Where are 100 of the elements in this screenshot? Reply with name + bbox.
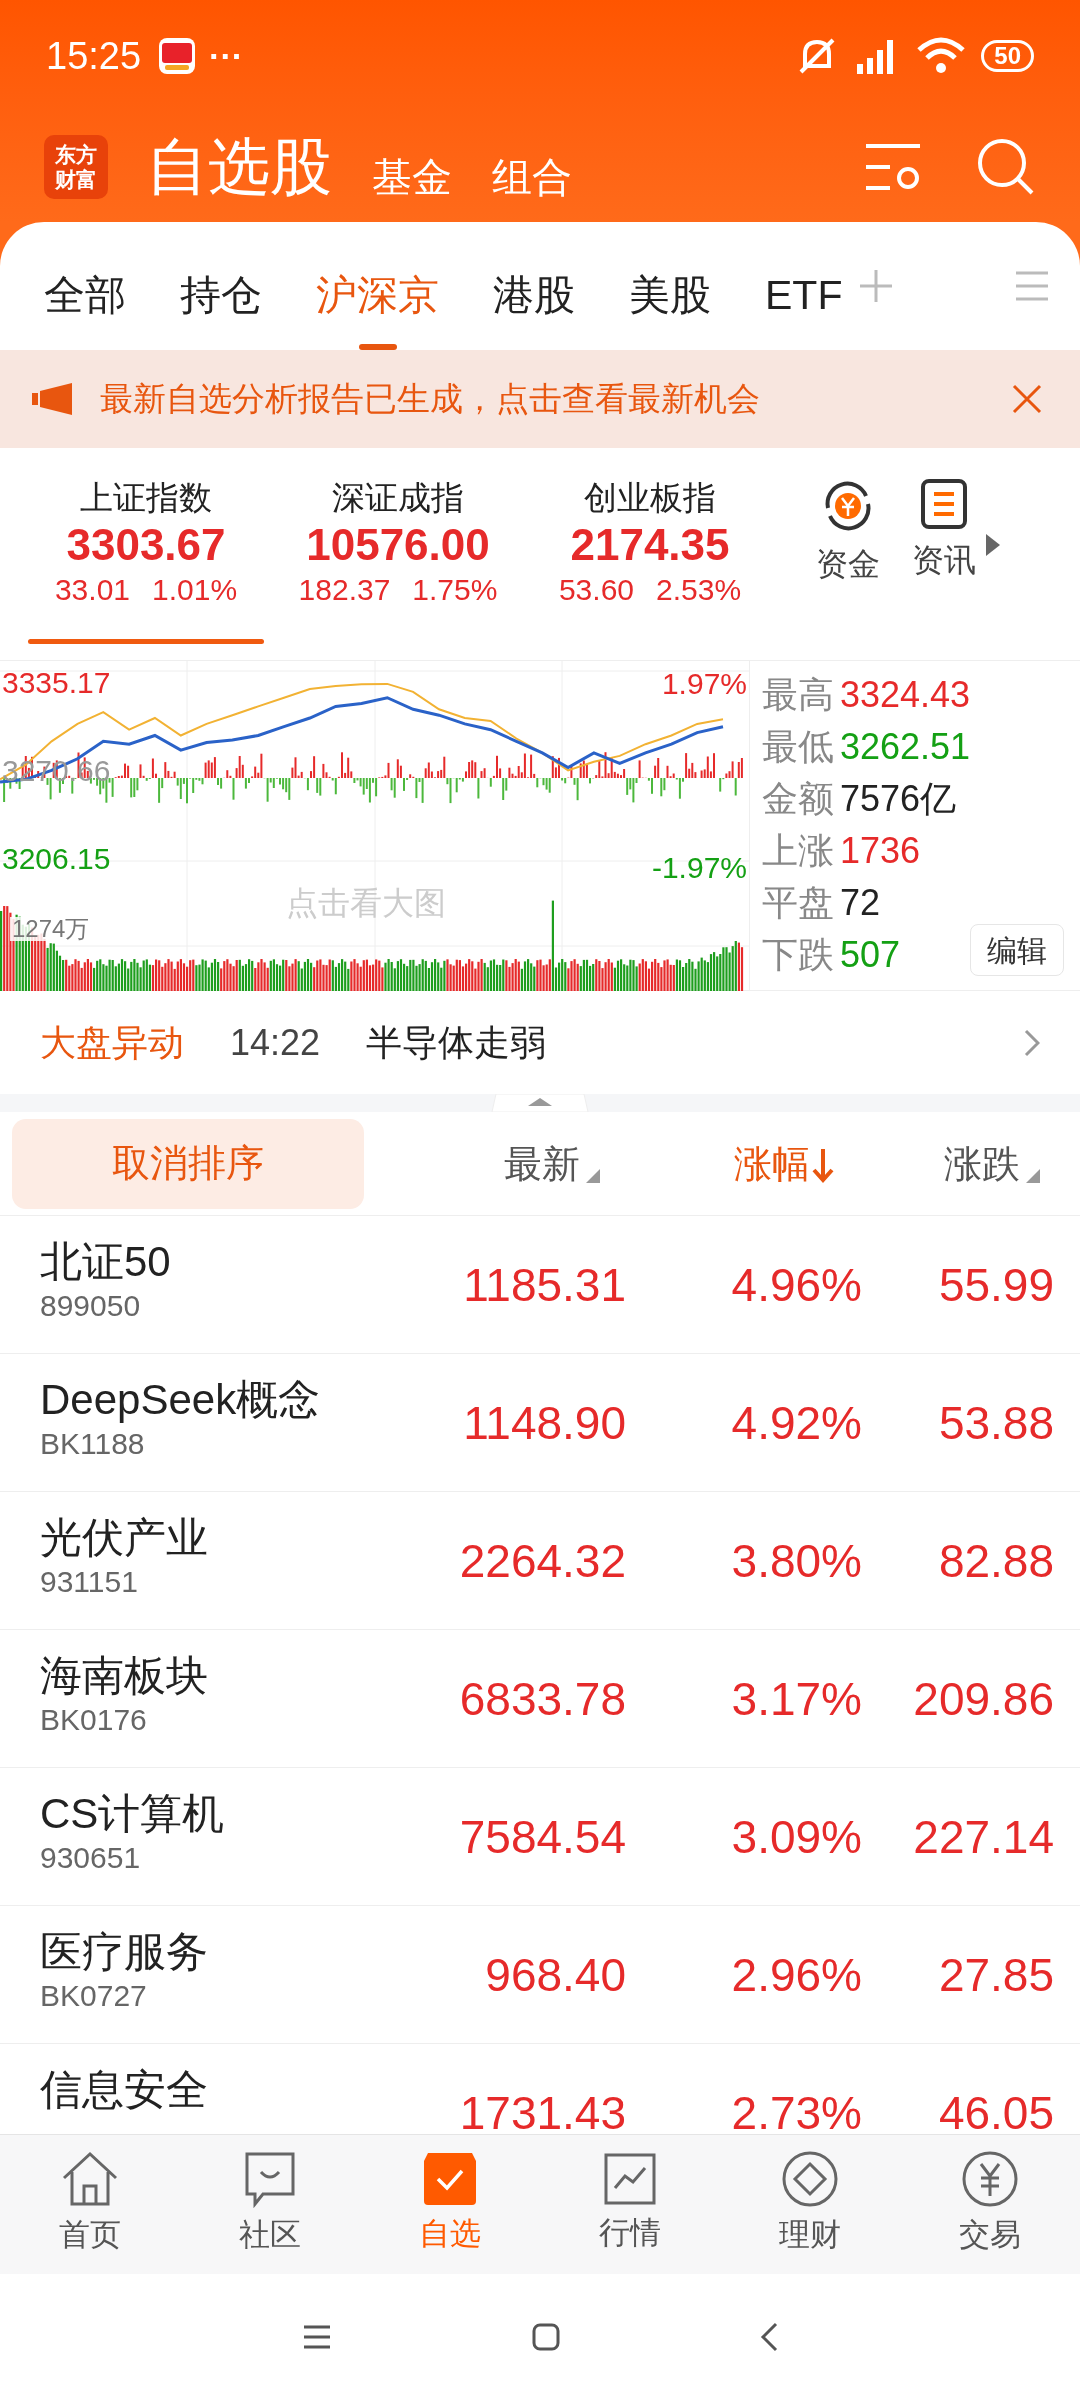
market-tab[interactable]: 美股 (629, 222, 711, 350)
chevron-right-icon (1024, 1028, 1040, 1057)
market-tab[interactable]: 全部 (44, 222, 126, 350)
shortcut-label: 资金 (816, 545, 880, 584)
market-tab[interactable]: 港股 (493, 222, 575, 350)
index-name: 创业板指 (584, 478, 716, 518)
percent-change: 2.96% (730, 1951, 862, 1998)
settings-icon[interactable] (864, 142, 922, 192)
status-time: 15:25 (46, 33, 142, 79)
price-value: 7584.54 (458, 1813, 626, 1860)
price-change: 55.99 (937, 1261, 1054, 1308)
index-card[interactable]: 创业板指 2174.35 53.60 2.53% (532, 478, 768, 644)
collapse-handle[interactable] (490, 1094, 590, 1112)
market-tab[interactable]: 沪深京 (316, 222, 439, 350)
stock-row[interactable]: CS计算机 930651 7584.54 3.09% 227.14 (0, 1768, 1080, 1906)
nav-tab[interactable]: 理财 (720, 2135, 900, 2274)
index-name: 深证成指 (332, 478, 464, 518)
home-button[interactable] (532, 2323, 560, 2351)
nav-tab[interactable]: 首页 (0, 2135, 180, 2274)
index-value: 10576.00 (306, 519, 490, 571)
app-notification-icon (159, 38, 196, 74)
stock-name: 信息安全 (40, 2065, 209, 2115)
price-change: 53.88 (937, 1399, 1054, 1446)
percent-change: 3.17% (730, 1675, 862, 1722)
index-value: 2174.35 (570, 519, 730, 571)
stat-label: 金额 (762, 781, 834, 817)
document-icon (920, 478, 968, 530)
line-chart-icon (603, 2152, 657, 2207)
index-change: 182.37 (298, 572, 391, 608)
more-notifications-icon: ··· (209, 30, 244, 82)
price-value: 1731.43 (458, 2089, 626, 2134)
index-percent: 1.75% (412, 572, 498, 608)
nav-tab[interactable]: 社区 (180, 2135, 360, 2274)
stock-name: 北证50 (40, 1237, 172, 1287)
axis-label: -1.97% (651, 853, 747, 883)
stock-row[interactable]: 光伏产业 931151 2264.32 3.80% 82.88 (0, 1492, 1080, 1630)
index-change: 53.60 (558, 572, 634, 608)
stock-code: 931151 (40, 1564, 139, 1600)
sort-column-header[interactable]: 最新 (364, 1144, 600, 1183)
chat-bubble-icon (243, 2150, 297, 2209)
alert-text: 半导体走弱 (366, 1020, 547, 1065)
next-arrow-icon[interactable] (986, 534, 1000, 556)
stock-name: 医疗服务 (40, 1927, 209, 1977)
sort-descending-icon (812, 1146, 834, 1183)
index-percent: 2.53% (656, 572, 742, 608)
recents-button[interactable] (302, 2324, 332, 2350)
nav-tab[interactable]: 行情 (540, 2135, 720, 2274)
nav-tab[interactable]: 交易 (900, 2135, 1080, 2274)
price-value: 1185.31 (462, 1261, 626, 1308)
market-tab[interactable]: ETF (765, 222, 843, 350)
sort-corner-icon (1026, 1168, 1040, 1183)
sort-column-header[interactable]: 涨跌 (834, 1144, 1040, 1183)
market-tab[interactable]: 持仓 (180, 222, 262, 350)
percent-change: 3.09% (730, 1813, 862, 1860)
stock-name: 光伏产业 (40, 1513, 209, 1563)
stock-row[interactable]: 北证50 899050 1185.31 4.96% 55.99 (0, 1216, 1080, 1354)
stat-value: 72 (840, 885, 881, 921)
checked-box-icon (422, 2151, 478, 2208)
stat-value: 1736 (840, 833, 921, 869)
close-icon[interactable] (1012, 384, 1042, 414)
price-change: 82.88 (937, 1537, 1054, 1584)
index-card[interactable]: 上证指数 3303.67 33.01 1.01% (28, 478, 264, 644)
shortcut-button[interactable]: 资金 (816, 478, 880, 588)
alert-time: 14:22 (230, 1020, 321, 1065)
stat-label: 平盘 (762, 885, 834, 921)
stock-name: DeepSeek概念 (40, 1375, 322, 1425)
stat-label: 最低 (762, 729, 834, 765)
percent-change: 4.96% (730, 1261, 862, 1308)
stat-label: 下跌 (762, 937, 834, 973)
app-logo: 东方 财富 (44, 135, 108, 199)
index-card[interactable]: 深证成指 10576.00 182.37 1.75% (280, 478, 516, 644)
banner-text: 最新自选分析报告已生成，点击查看最新机会 (100, 379, 760, 420)
axis-label: 1.97% (661, 669, 747, 699)
stock-row[interactable]: 海南板块 BK0176 6833.78 3.17% 209.86 (0, 1630, 1080, 1768)
menu-icon[interactable] (1014, 270, 1050, 302)
megaphone-icon (32, 381, 74, 417)
stat-label: 最高 (762, 677, 834, 713)
index-value: 3303.67 (66, 519, 226, 571)
index-change: 33.01 (54, 572, 130, 608)
stock-row[interactable]: 医疗服务 BK0727 968.40 2.96% 27.85 (0, 1906, 1080, 2044)
shortcut-button[interactable]: 资讯 (912, 478, 976, 584)
stock-code: BK1188 (40, 1426, 146, 1462)
yuan-icon (961, 2150, 1019, 2209)
stock-code: BK0727 (40, 1978, 148, 2014)
sort-corner-icon (586, 1168, 600, 1183)
price-change: 46.05 (937, 2089, 1054, 2134)
stock-name: CS计算机 (40, 1789, 226, 1839)
axis-label: 3335.17 (2, 668, 111, 698)
stat-value: 3262.51 (840, 729, 971, 765)
price-value: 2264.32 (458, 1537, 626, 1584)
add-icon[interactable] (858, 268, 895, 304)
stock-row[interactable]: DeepSeek概念 BK1188 1148.90 4.92% 53.88 (0, 1354, 1080, 1492)
edit-button[interactable]: 编辑 (970, 924, 1064, 976)
alert-title: 大盘异动 (40, 1020, 184, 1065)
index-percent: 1.01% (152, 572, 238, 608)
sort-column-header[interactable]: 涨幅 (600, 1144, 834, 1183)
shortcut-label: 资讯 (912, 541, 976, 580)
back-button[interactable] (760, 2322, 778, 2352)
index-name: 上证指数 (80, 478, 212, 518)
search-icon[interactable] (976, 137, 1036, 197)
